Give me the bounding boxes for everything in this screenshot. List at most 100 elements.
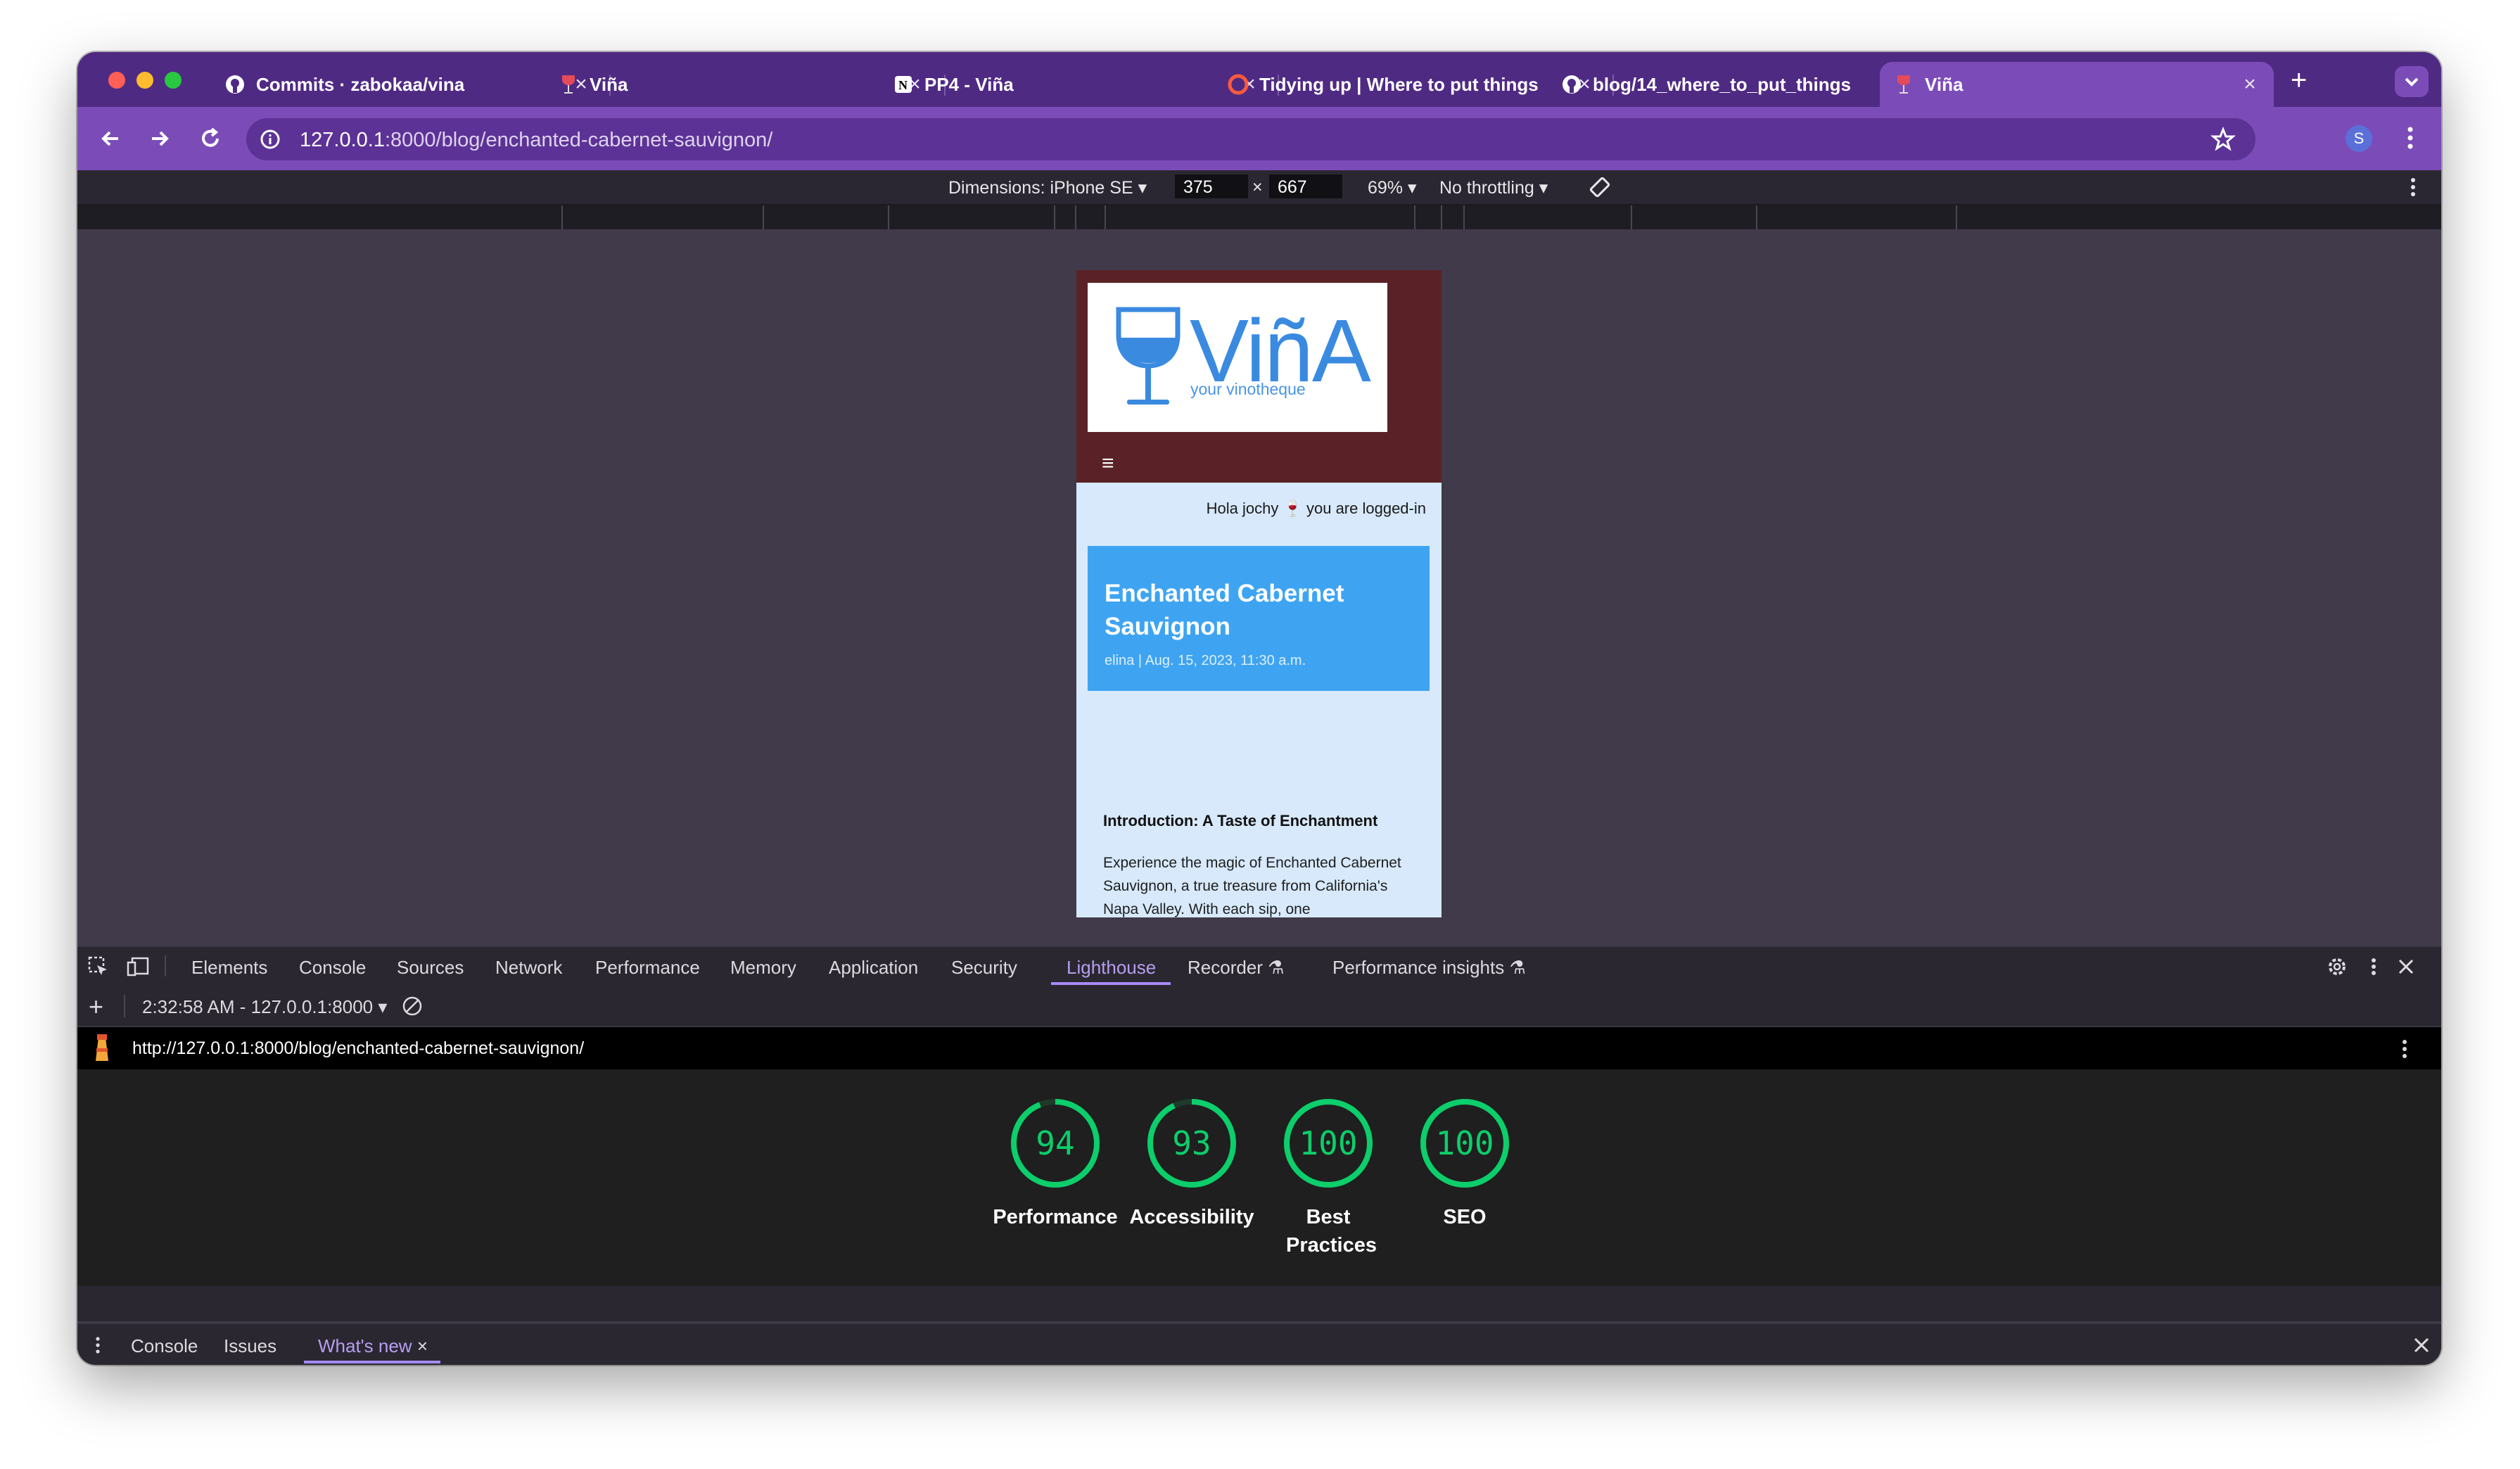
drawer-tab-whats-new[interactable]: What's new × bbox=[318, 1335, 428, 1357]
devtools-tab-bar: Elements Console Sources Network Perform… bbox=[77, 946, 2441, 988]
recorder-label: Recorder bbox=[1188, 957, 1263, 978]
post-header-card: Enchanted Cabernet Sauvignon elina | Aug… bbox=[1088, 546, 1430, 691]
post-body-text: Experience the magic of Enchanted Cabern… bbox=[1103, 855, 1401, 917]
devtools-tab-lighthouse[interactable]: Lighthouse bbox=[1067, 957, 1156, 979]
bookmark-star-icon[interactable] bbox=[2210, 127, 2236, 152]
chevron-down-icon bbox=[2405, 77, 2419, 87]
browser-menu-button[interactable] bbox=[2403, 122, 2417, 157]
reload-button[interactable] bbox=[193, 121, 228, 156]
tab-title: Viña bbox=[590, 73, 628, 95]
tab-title: blog/14_where_to_put_things bbox=[1593, 73, 1851, 95]
device-dimensions-dropdown[interactable]: Dimensions: iPhone SE ▾ bbox=[948, 177, 1147, 198]
tab-title: Viña bbox=[1925, 73, 1964, 95]
devtools-tab-performance[interactable]: Performance bbox=[595, 957, 700, 979]
logo-tagline: your vinotheque bbox=[1190, 380, 1306, 398]
ruler-tick bbox=[1956, 205, 1957, 229]
flask-icon: ⚗ bbox=[1509, 957, 1526, 978]
devtools-tab-performance-insights[interactable]: Performance insights ⚗ bbox=[1332, 957, 1526, 979]
media-query-ruler[interactable] bbox=[77, 205, 2441, 231]
devtools-tab-elements[interactable]: Elements bbox=[191, 957, 267, 979]
hamburger-menu-button[interactable]: ≡ bbox=[1102, 452, 1114, 476]
devtools-tab-network[interactable]: Network bbox=[495, 957, 562, 979]
clear-icon[interactable] bbox=[401, 995, 424, 1017]
drawer-tab-issues[interactable]: Issues bbox=[224, 1335, 276, 1357]
tab-search-button[interactable] bbox=[2395, 66, 2429, 97]
close-icon[interactable] bbox=[2412, 1335, 2431, 1355]
address-bar[interactable]: 127.0.0.1:8000/blog/enchanted-cabernet-s… bbox=[246, 118, 2255, 160]
devtools-tab-recorder[interactable]: Recorder ⚗ bbox=[1188, 957, 1284, 979]
zoom-value: 69% bbox=[1368, 178, 1404, 198]
devtools-tab-security[interactable]: Security bbox=[951, 957, 1017, 979]
ruler-tick bbox=[1631, 205, 1632, 229]
device-toggle-icon[interactable] bbox=[127, 955, 151, 978]
score-label-performance: Performance bbox=[993, 1206, 1118, 1228]
more-vertical-icon[interactable] bbox=[2368, 955, 2379, 978]
more-vertical-icon[interactable] bbox=[2399, 1037, 2410, 1061]
report-footer bbox=[77, 1286, 2441, 1321]
zoom-dropdown[interactable]: 69% ▾ bbox=[1368, 177, 1417, 198]
lighthouse-icon bbox=[96, 1034, 108, 1061]
browser-window: Commits · zabokaa/vina × Viña × N PP4 - … bbox=[77, 52, 2441, 1365]
dimension-times: × bbox=[1252, 177, 1263, 197]
back-button[interactable] bbox=[93, 121, 128, 156]
wine-glass-icon bbox=[1116, 307, 1181, 405]
reload-icon bbox=[202, 127, 219, 147]
score-gauge-accessibility[interactable]: 93 bbox=[1143, 1098, 1241, 1189]
device-height-input[interactable]: 667 bbox=[1269, 174, 1342, 198]
score-value: 93 bbox=[1172, 1124, 1211, 1162]
devtools-tab-memory[interactable]: Memory bbox=[730, 957, 796, 979]
minimize-window-button[interactable] bbox=[136, 72, 153, 89]
drawer-tab-console[interactable]: Console bbox=[131, 1335, 198, 1357]
gear-icon[interactable] bbox=[2326, 955, 2348, 978]
ruler-tick bbox=[1756, 205, 1757, 229]
throttling-dropdown[interactable]: No throttling ▾ bbox=[1439, 177, 1548, 198]
lighthouse-report-url[interactable]: http://127.0.0.1:8000/blog/enchanted-cab… bbox=[132, 1038, 584, 1059]
lighthouse-url-bar: http://127.0.0.1:8000/blog/enchanted-cab… bbox=[77, 1027, 2441, 1069]
maximize-window-button[interactable] bbox=[165, 72, 182, 89]
active-tab-indicator bbox=[1051, 982, 1171, 985]
wine-glass-icon bbox=[557, 73, 580, 96]
score-value: 100 bbox=[1299, 1124, 1358, 1162]
forward-button[interactable] bbox=[142, 121, 177, 156]
ruler-tick bbox=[888, 205, 889, 229]
toolbar-divider bbox=[165, 955, 166, 977]
device-dimensions-label: Dimensions: iPhone SE bbox=[948, 178, 1133, 198]
new-report-button[interactable]: + bbox=[89, 992, 103, 1022]
browser-tab-vina-active[interactable]: Viña × bbox=[1880, 62, 2274, 107]
ruler-tick bbox=[1463, 205, 1465, 229]
more-vertical-icon bbox=[2407, 127, 2413, 149]
post-title: Enchanted Cabernet Sauvignon bbox=[1105, 580, 1344, 640]
profile-avatar[interactable]: S bbox=[2346, 125, 2372, 152]
github-icon bbox=[1560, 73, 1583, 96]
tab-title: Tidying up | Where to put things bbox=[1259, 73, 1539, 95]
score-gauge-best-practices[interactable]: 100 bbox=[1279, 1098, 1377, 1189]
wine-glass-icon bbox=[1892, 73, 1915, 96]
device-width-input[interactable]: 375 bbox=[1175, 174, 1248, 198]
tab-title: PP4 - Viña bbox=[924, 73, 1014, 95]
report-selector[interactable]: 2:32:58 AM - 127.0.0.1:8000 ▾ bbox=[142, 996, 387, 1018]
close-window-button[interactable] bbox=[108, 72, 125, 89]
devtools-tab-application[interactable]: Application bbox=[829, 957, 918, 979]
close-icon[interactable]: × bbox=[417, 1335, 428, 1356]
more-vertical-icon[interactable] bbox=[93, 1334, 103, 1356]
toolbar-divider bbox=[124, 995, 125, 1017]
devtools-tab-sources[interactable]: Sources bbox=[397, 957, 464, 979]
close-icon[interactable] bbox=[2396, 957, 2416, 977]
rotate-icon[interactable] bbox=[1587, 174, 1612, 200]
close-icon[interactable]: × bbox=[2239, 72, 2261, 96]
score-value: 100 bbox=[1435, 1124, 1494, 1162]
ruler-tick bbox=[561, 205, 563, 229]
active-tab-indicator bbox=[304, 1361, 440, 1363]
score-gauge-performance[interactable]: 94 bbox=[1006, 1098, 1105, 1189]
url-path: :8000/blog/enchanted-cabernet-sauvignon/ bbox=[384, 129, 773, 151]
emulated-viewport[interactable]: ViñA your vinotheque ≡ Hola jochy 🍷 you … bbox=[1076, 270, 1442, 917]
ruler-tick bbox=[1105, 205, 1106, 229]
info-icon[interactable] bbox=[259, 128, 281, 151]
score-gauge-seo[interactable]: 100 bbox=[1415, 1098, 1514, 1189]
devtools-tab-console[interactable]: Console bbox=[299, 957, 366, 979]
new-tab-button[interactable]: + bbox=[2291, 65, 2307, 96]
inspect-element-icon[interactable] bbox=[87, 955, 110, 978]
more-vertical-icon[interactable] bbox=[2407, 174, 2419, 200]
url-text: 127.0.0.1:8000/blog/enchanted-cabernet-s… bbox=[300, 129, 772, 152]
site-logo[interactable]: ViñA your vinotheque bbox=[1088, 283, 1387, 432]
